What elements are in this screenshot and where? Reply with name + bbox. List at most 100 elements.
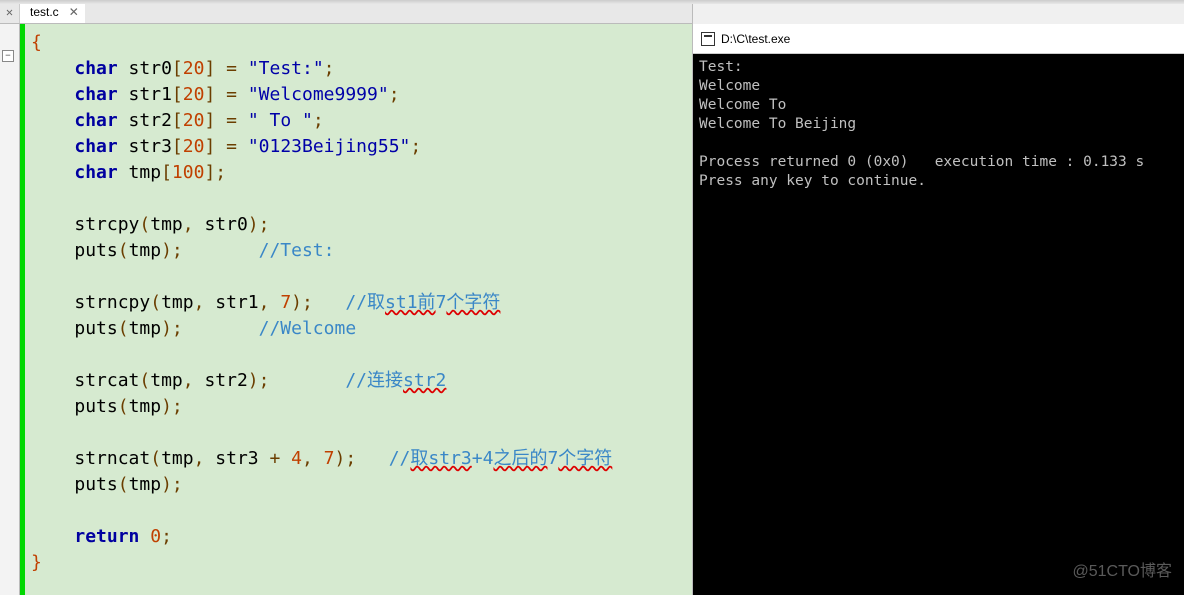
var-tmp: tmp bbox=[118, 162, 161, 183]
bracket: ] bbox=[204, 84, 215, 105]
num-20: 20 bbox=[183, 84, 205, 105]
space bbox=[204, 448, 215, 469]
num-20: 20 bbox=[183, 110, 205, 131]
string-literal: "0123Beijing55" bbox=[248, 136, 411, 157]
fn-strcpy: strcpy bbox=[74, 214, 139, 235]
paren: ( bbox=[139, 214, 150, 235]
paren: ) bbox=[161, 318, 172, 339]
comment-part: // bbox=[389, 448, 411, 469]
comma: , bbox=[259, 292, 270, 313]
arg: tmp bbox=[129, 474, 162, 495]
num-100: 100 bbox=[172, 162, 205, 183]
comment-part: 取str3 bbox=[410, 448, 471, 469]
tab-close-icon[interactable]: ✕ bbox=[69, 5, 79, 19]
console-titlebar[interactable]: D:\C\test.exe bbox=[693, 24, 1184, 54]
string-literal: " To " bbox=[248, 110, 313, 131]
comment: //取st1前7个字符 bbox=[345, 292, 500, 313]
comment: //连接str2 bbox=[345, 370, 446, 391]
keyword-char: char bbox=[74, 84, 117, 105]
string-literal: "Test:" bbox=[248, 58, 324, 79]
bracket: ] bbox=[204, 58, 215, 79]
semicolon: ; bbox=[302, 292, 313, 313]
arg: tmp bbox=[129, 396, 162, 417]
comment-part: //取 bbox=[345, 292, 385, 313]
paren: ( bbox=[139, 370, 150, 391]
semicolon: ; bbox=[172, 474, 183, 495]
top-shadow bbox=[0, 0, 1184, 4]
paren: ) bbox=[291, 292, 302, 313]
editor-pane: ✕ test.c ✕ − { char str0[20] = "Test:"; … bbox=[0, 0, 693, 595]
comment-part: 7 bbox=[436, 292, 447, 313]
console-line: Test: bbox=[699, 59, 743, 75]
num: 7 bbox=[324, 448, 335, 469]
arg: str3 bbox=[215, 448, 269, 469]
code-content[interactable]: { char str0[20] = "Test:"; char str1[20]… bbox=[25, 24, 692, 595]
bracket: [ bbox=[172, 110, 183, 131]
semicolon: ; bbox=[215, 162, 226, 183]
arg: tmp bbox=[150, 214, 183, 235]
bracket: [ bbox=[161, 162, 172, 183]
watermark: @51CTO博客 bbox=[1072, 557, 1172, 581]
paren: ( bbox=[118, 240, 129, 261]
comma: , bbox=[194, 448, 205, 469]
semicolon: ; bbox=[313, 110, 324, 131]
num-20: 20 bbox=[183, 58, 205, 79]
arg: tmp bbox=[129, 318, 162, 339]
comment-part: 个字符 bbox=[558, 448, 612, 469]
arg: tmp bbox=[150, 370, 183, 391]
bracket: ] bbox=[204, 162, 215, 183]
console-line: Process returned 0 (0x0) execution time … bbox=[699, 154, 1144, 170]
equals: = bbox=[226, 110, 237, 131]
num-20: 20 bbox=[183, 136, 205, 157]
fn-puts: puts bbox=[74, 474, 117, 495]
space bbox=[237, 110, 248, 131]
space bbox=[194, 214, 205, 235]
comment-part: 之后的 bbox=[493, 448, 547, 469]
gutter: − bbox=[0, 24, 20, 595]
console-body[interactable]: Test: Welcome Welcome To Welcome To Beij… bbox=[693, 54, 1184, 595]
comment-part: +4 bbox=[472, 448, 494, 469]
code-area[interactable]: − { char str0[20] = "Test:"; char str1[2… bbox=[0, 24, 692, 595]
bracket: [ bbox=[172, 136, 183, 157]
console-icon bbox=[701, 32, 715, 46]
console-line: Welcome bbox=[699, 78, 760, 94]
semicolon: ; bbox=[172, 318, 183, 339]
brace-open: { bbox=[31, 32, 42, 53]
console-line: Welcome To bbox=[699, 97, 786, 113]
arg: str1 bbox=[215, 292, 258, 313]
space bbox=[183, 318, 259, 339]
arg: str0 bbox=[204, 214, 247, 235]
space bbox=[215, 110, 226, 131]
fn-puts: puts bbox=[74, 318, 117, 339]
space bbox=[356, 448, 389, 469]
fn-puts: puts bbox=[74, 240, 117, 261]
keyword-char: char bbox=[74, 136, 117, 157]
semicolon: ; bbox=[161, 526, 172, 547]
paren: ) bbox=[161, 474, 172, 495]
var-str1: str1 bbox=[118, 84, 172, 105]
space bbox=[313, 448, 324, 469]
semicolon: ; bbox=[324, 58, 335, 79]
space bbox=[269, 292, 280, 313]
comment-part: //连接 bbox=[345, 370, 403, 391]
equals: = bbox=[226, 84, 237, 105]
space bbox=[215, 58, 226, 79]
comment-part: st1前 bbox=[385, 292, 436, 313]
comma: , bbox=[302, 448, 313, 469]
comment-part: 个字符 bbox=[446, 292, 500, 313]
comment: //取str3+4之后的7个字符 bbox=[389, 448, 613, 469]
bracket: ] bbox=[204, 110, 215, 131]
space bbox=[280, 448, 291, 469]
comma: , bbox=[183, 370, 194, 391]
fold-icon[interactable]: − bbox=[2, 50, 14, 62]
comma: , bbox=[183, 214, 194, 235]
num: 7 bbox=[280, 292, 291, 313]
arg: tmp bbox=[129, 240, 162, 261]
arg: tmp bbox=[161, 292, 194, 313]
space bbox=[237, 58, 248, 79]
bracket: [ bbox=[172, 58, 183, 79]
paren: ) bbox=[248, 370, 259, 391]
space bbox=[183, 240, 259, 261]
semicolon: ; bbox=[172, 396, 183, 417]
paren: ( bbox=[150, 448, 161, 469]
